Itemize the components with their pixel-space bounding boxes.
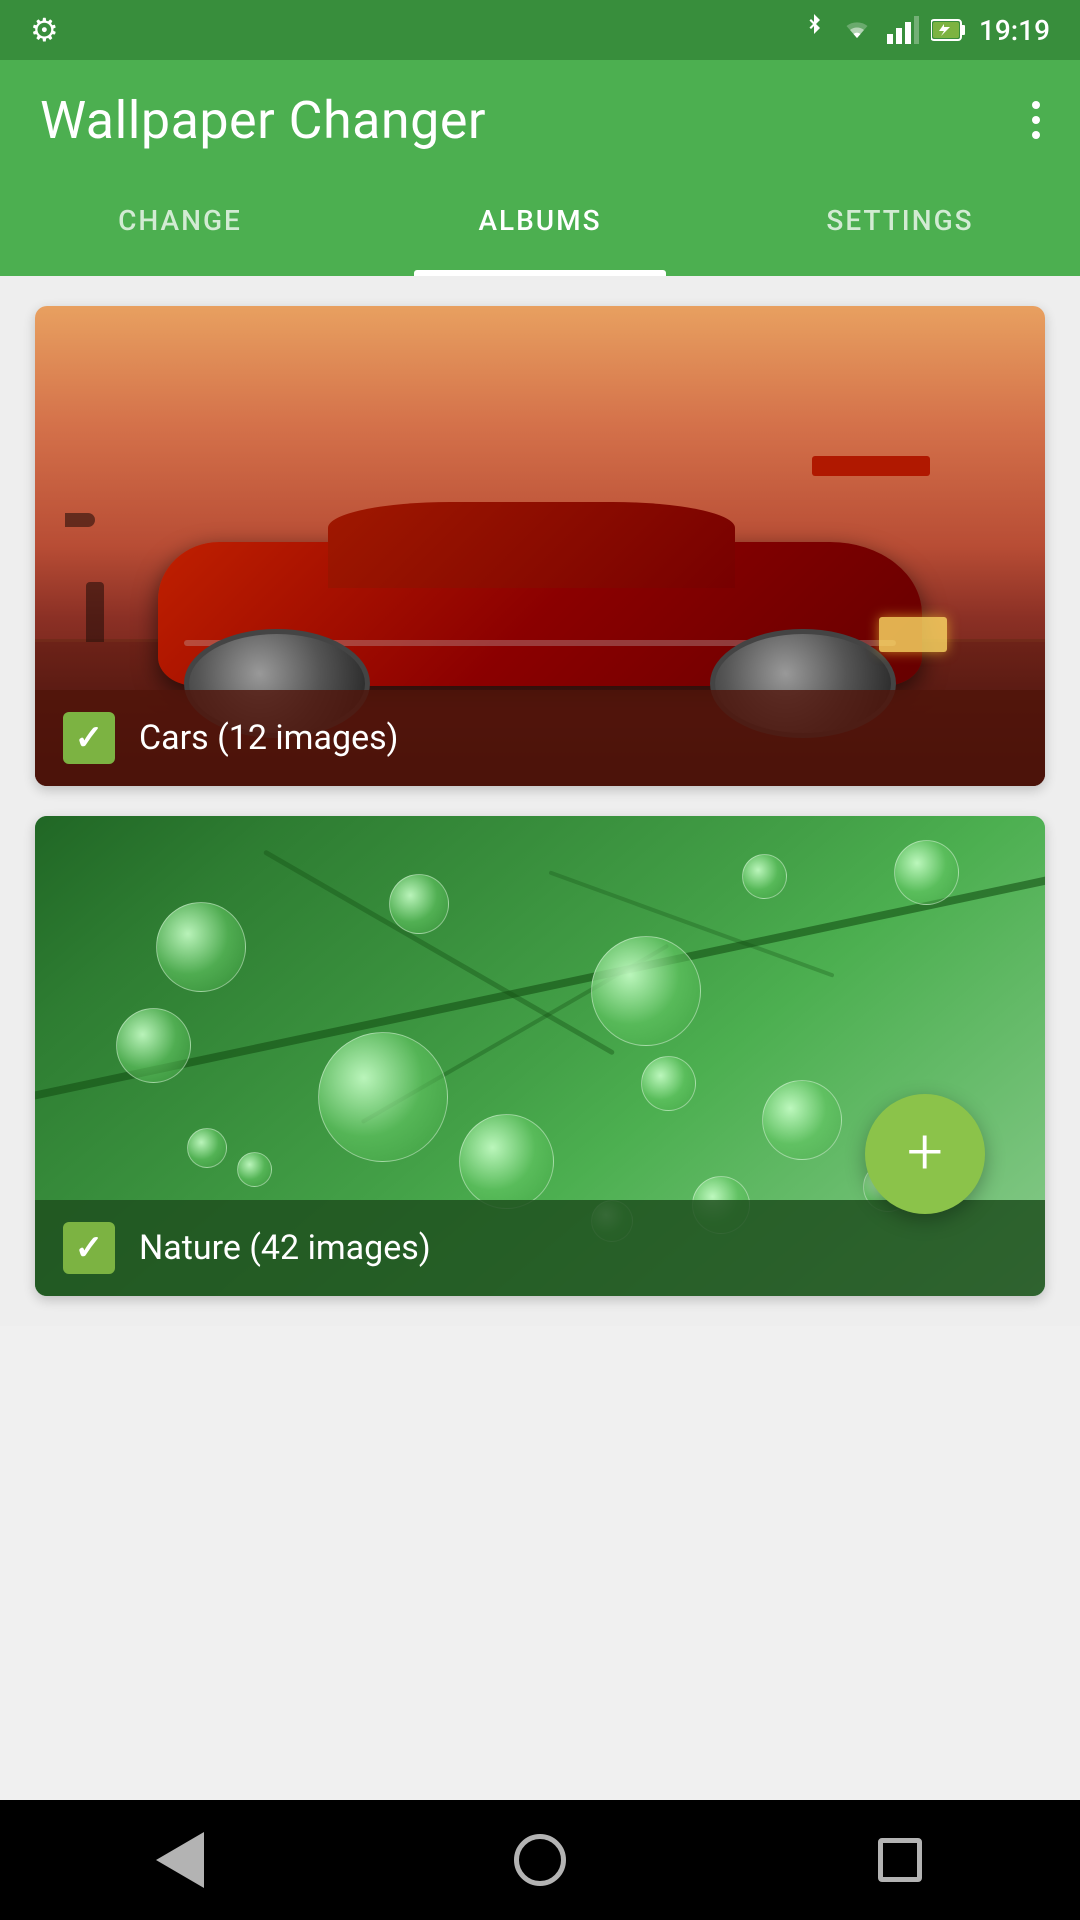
bluetooth-icon (801, 12, 827, 48)
cars-album-name: Cars (12 images) (139, 718, 399, 758)
status-icons: 19:19 (801, 12, 1050, 48)
status-bar: ⚙ 19:19 (0, 0, 1080, 60)
album-card-nature[interactable]: ✓ Nature (42 images) + (35, 816, 1045, 1296)
nav-home-button[interactable] (500, 1820, 580, 1900)
tab-settings[interactable]: SETTINGS (720, 180, 1080, 276)
android-icon: ⚙ (30, 11, 59, 49)
home-icon (514, 1834, 566, 1886)
cars-checkbox[interactable]: ✓ (63, 712, 115, 764)
navigation-bar (0, 1800, 1080, 1920)
nature-album-label: ✓ Nature (42 images) (35, 1200, 1045, 1296)
tab-change[interactable]: CHANGE (0, 180, 360, 276)
nature-checkbox[interactable]: ✓ (63, 1222, 115, 1274)
back-icon (156, 1832, 204, 1888)
albums-content: ✓ Cars (12 images) (0, 276, 1080, 1326)
wifi-icon (839, 16, 875, 44)
add-album-fab[interactable]: + (865, 1094, 985, 1214)
status-time: 19:19 (979, 14, 1050, 47)
tab-bar: CHANGE ALBUMS SETTINGS (0, 180, 1080, 276)
tab-albums[interactable]: ALBUMS (360, 180, 720, 276)
album-card-cars[interactable]: ✓ Cars (12 images) (35, 306, 1045, 786)
more-options-button[interactable] (1032, 101, 1040, 139)
nature-album-name: Nature (42 images) (139, 1228, 431, 1268)
app-title: Wallpaper Changer (40, 90, 486, 151)
recents-icon (878, 1838, 922, 1882)
cars-album-label: ✓ Cars (12 images) (35, 690, 1045, 786)
signal-icon (887, 16, 919, 44)
battery-icon (931, 16, 967, 44)
nav-recents-button[interactable] (860, 1820, 940, 1900)
fab-plus-icon: + (907, 1120, 943, 1184)
nav-back-button[interactable] (140, 1820, 220, 1900)
app-header: Wallpaper Changer (0, 60, 1080, 180)
